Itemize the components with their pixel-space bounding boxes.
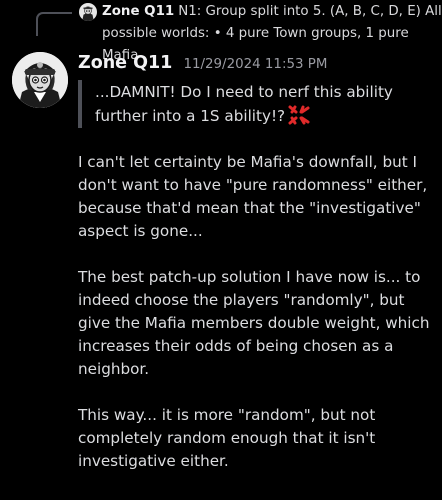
- author-name[interactable]: Zone Q11: [78, 53, 172, 73]
- reply-reference[interactable]: Zone Q11 N1: Group split into 5. (A, B, C…: [36, 0, 442, 63]
- quote-text: ...DAMNIT! Do I need to nerf this abilit…: [95, 83, 393, 125]
- message-header: Zone Q11 11/29/2024 11:53 PM: [78, 53, 327, 77]
- message-paragraph: The best patch-up solution I have now is…: [78, 268, 430, 378]
- reply-avatar-image: [79, 3, 97, 21]
- reply-connector-line: [36, 12, 72, 36]
- message-paragraph: I can't let certainty be Mafia's downfal…: [78, 153, 428, 240]
- anger-icon: [288, 105, 310, 125]
- avatar-image: [12, 52, 68, 108]
- reply-author-name[interactable]: Zone Q11: [102, 4, 174, 19]
- message-content: I can't let certainty be Mafia's downfal…: [78, 151, 438, 496]
- avatar[interactable]: [12, 52, 68, 108]
- message-timestamp[interactable]: 11/29/2024 11:53 PM: [183, 57, 327, 72]
- reply-avatar[interactable]: [79, 3, 97, 21]
- message-paragraph: This way... it is more "random", but not…: [78, 406, 376, 470]
- message-quote: ...DAMNIT! Do I need to nerf this abilit…: [78, 80, 442, 128]
